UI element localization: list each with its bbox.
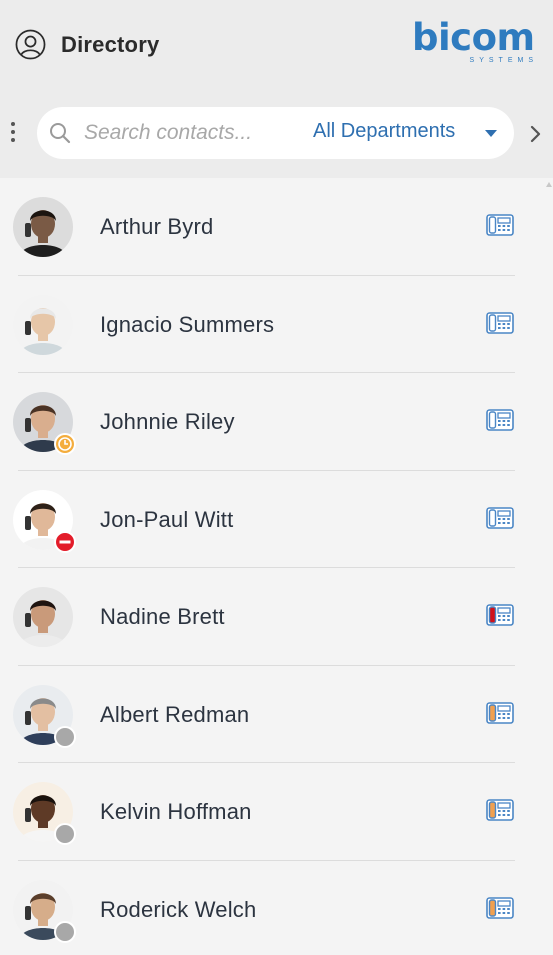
avatar [13,294,73,355]
avatar [13,587,73,647]
contact-row[interactable]: Kelvin Hoffman [0,763,545,861]
search-bar: All Departments [37,107,514,159]
desk-phone-ringing-icon[interactable] [486,798,514,822]
status-offline-icon [54,823,76,845]
contact-row[interactable]: Ignacio Summers [0,276,545,373]
scroll-up-icon[interactable] [546,182,552,187]
status-offline-icon [54,725,76,748]
contact-list: Arthur Byrd Ignacio Summers Johnnie Riley J… [0,178,553,955]
contact-row[interactable]: Johnnie Riley [0,373,545,471]
contact-row[interactable]: Roderick Welch [0,861,545,955]
desk-phone-ringing-icon[interactable] [486,701,514,725]
kebab-menu-icon[interactable] [6,122,20,146]
logo-wordmark: bicom [412,16,535,59]
department-selected: All Departments [313,120,456,142]
caret-down-icon [485,130,497,137]
chevron-right-icon[interactable] [528,122,544,146]
search-icon [50,123,71,144]
contact-row[interactable]: Jon-Paul Witt [0,471,545,568]
contact-name: Jon-Paul Witt [100,506,234,532]
status-offline-icon [54,920,76,943]
contact-name: Ignacio Summers [100,311,275,337]
page-title: Directory [61,32,160,57]
contact-row[interactable]: Albert Redman [0,666,545,763]
department-dropdown[interactable]: All Departments [313,120,497,146]
scrollbar[interactable] [546,178,553,955]
desk-phone-ringing-icon[interactable] [486,896,514,920]
contact-row[interactable]: Nadine Brett [0,568,545,666]
desk-phone-idle-icon[interactable] [486,213,514,237]
desk-phone-idle-icon[interactable] [486,506,514,530]
contact-name: Nadine Brett [100,604,225,629]
contact-name: Roderick Welch [100,896,257,922]
search-input[interactable] [84,120,294,146]
logo-subtitle: SYSTEMS [469,57,538,64]
status-dnd-icon [54,530,76,553]
contact-name: Arthur Byrd [100,214,214,239]
bicom-logo: bicom SYSTEMS [412,16,540,68]
desk-phone-busy-icon[interactable] [486,603,514,627]
user-circle-icon[interactable] [15,29,46,60]
status-away-icon [54,433,76,455]
contact-name: Johnnie Riley [100,409,235,434]
desk-phone-idle-icon[interactable] [486,311,514,335]
contact-name: Kelvin Hoffman [100,799,252,824]
header-bar: Directory bicom SYSTEMS [0,0,553,90]
desk-phone-idle-icon[interactable] [486,408,514,432]
contact-row[interactable]: Arthur Byrd [0,178,545,276]
contact-name: Albert Redman [100,701,250,727]
avatar [13,197,73,257]
